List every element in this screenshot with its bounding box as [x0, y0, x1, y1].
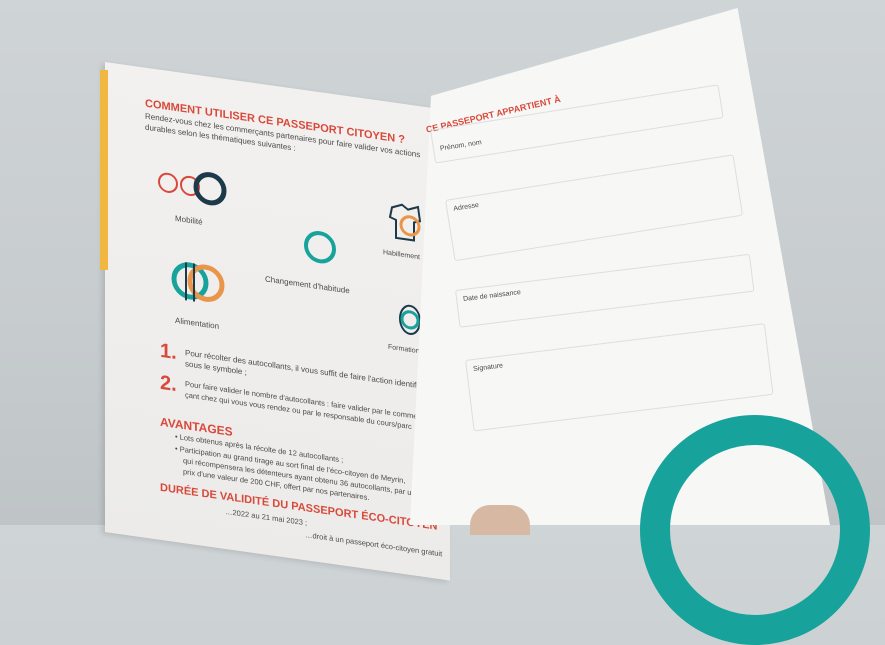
- thumb: [470, 505, 530, 535]
- step-1-number: 1.: [160, 339, 177, 365]
- validity-text-2: …droit à un passeport éco-citoyen gratui…: [305, 530, 443, 559]
- clothing-icon: [380, 196, 430, 253]
- address-field-label: Adresse: [453, 201, 480, 213]
- birthdate-field-label: Date de naissance: [462, 289, 522, 304]
- food-icon: [160, 245, 240, 321]
- mobility-icon: [150, 148, 230, 219]
- icon-label-mobility: Mobilité: [175, 213, 203, 227]
- habit-change-icon: [290, 213, 350, 281]
- icon-label-food: Alimentation: [175, 315, 220, 332]
- left-page: COMMENT UTILISER CE PASSEPORT CITOYEN ? …: [105, 62, 450, 581]
- teal-ring-graphic: [640, 415, 870, 645]
- spine-accent: [100, 70, 108, 270]
- icon-label-clothing: Habillement: [383, 249, 420, 262]
- step-2-number: 2.: [160, 371, 177, 397]
- name-field-label: Prénom, nom: [439, 139, 483, 153]
- signature-field-label: Signature: [472, 362, 504, 374]
